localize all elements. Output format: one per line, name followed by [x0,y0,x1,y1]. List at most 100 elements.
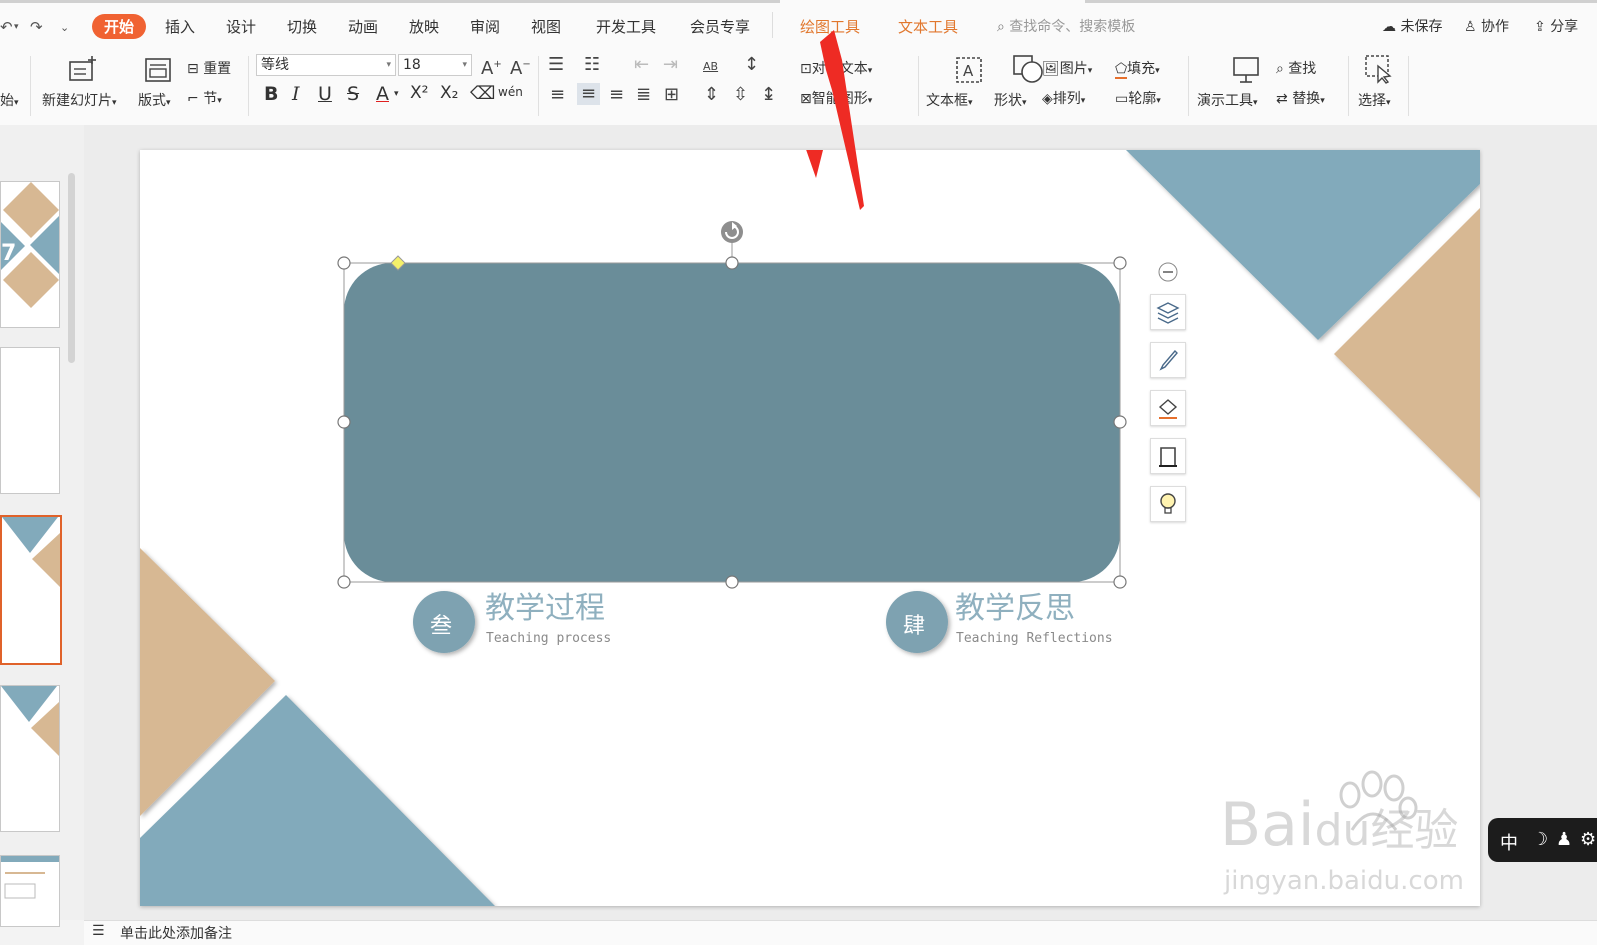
align-center-icon[interactable]: ≡ [577,83,601,105]
tab-insert[interactable]: 插入 [165,16,195,37]
strikethrough-button[interactable]: S [347,83,359,105]
font-name-select[interactable]: 等线 ▾ [256,54,396,76]
tab-start[interactable]: 开始 [92,14,147,39]
new-slide-icon[interactable] [68,56,98,84]
tab-animation[interactable]: 动画 [348,16,378,37]
thumbnail-scrollbar[interactable] [68,173,75,363]
item-number-4: 肆 [903,614,926,639]
fill-button[interactable]: ⬠填充▾ [1115,58,1160,79]
select-button[interactable]: 选择▾ [1358,90,1391,110]
collab-button[interactable]: ♙ 协作 [1464,16,1509,36]
italic-button[interactable]: I [292,83,300,105]
red-arrow-annotation-top [820,30,864,210]
unsaved-label: 未保存 [1400,19,1443,35]
undo-dropdown-icon[interactable]: ▾ [14,22,19,32]
align-right-icon[interactable]: ≡ [609,85,624,105]
unsaved-button[interactable]: ☁ 未保存 [1382,16,1442,36]
undo-icon[interactable]: ↶ [0,18,13,36]
tab-developer[interactable]: 开发工具 [596,16,656,37]
replace-button[interactable]: ⇄ 替换▾ [1276,88,1325,108]
textbox-button[interactable]: 文本框▾ [926,90,973,110]
textbox-icon[interactable]: A [955,56,983,84]
present-tools-icon[interactable] [1232,56,1262,84]
numbered-list-icon[interactable]: ☷ [584,55,600,75]
ime-toolbar[interactable]: 中 ☽ ♟ ⚙ [1488,818,1597,862]
thumbnail-graphic [1,856,59,899]
tab-review[interactable]: 审阅 [470,16,500,37]
find-button[interactable]: ⌕ 查找 [1276,58,1316,78]
outline-button-float[interactable] [1150,438,1186,474]
notes-placeholder: 单击此处添加备注 [120,926,232,942]
font-size-select[interactable]: 18 ▾ [398,54,472,76]
layers-button[interactable] [1150,294,1186,330]
outline-button[interactable]: ▭轮廓▾ [1115,88,1161,108]
tab-text-tools[interactable]: 文本工具 [898,16,958,37]
chevron-down-icon[interactable]: ▾ [394,89,399,99]
customize-qa-icon[interactable]: ⌄ [60,21,69,34]
settings-icon[interactable]: ⚙ [1580,829,1596,850]
slide-thumbnail-5[interactable] [0,855,60,927]
present-tools-button[interactable]: 演示工具▾ [1197,90,1258,110]
slide-thumbnail-3[interactable] [0,515,62,665]
smart-tip-button[interactable] [1150,486,1186,522]
title-strip [0,0,780,3]
section-button[interactable]: ⌐ 节▾ [187,88,222,108]
phonetic-button[interactable]: wén [498,85,523,99]
menu-bar: ↶ ▾ ↷ ⌄ 开始 插入 设计 切换 动画 放映 审阅 视图 开发工具 会员专… [0,0,1597,52]
user-icon[interactable]: ♟ [1556,829,1572,850]
justify-icon[interactable]: ≣ [636,85,651,105]
redo-icon[interactable]: ↷ [30,18,43,36]
tab-slideshow[interactable]: 放映 [409,16,439,37]
layout-button[interactable]: 版式▾ [138,90,171,110]
watermark-url: jingyan.baidu.com [1224,866,1464,896]
subscript-button[interactable]: X₂ [440,83,458,103]
increase-indent-icon[interactable]: ⇥ [663,55,678,75]
line-spacing-3-icon[interactable]: ↨ [761,85,776,105]
superscript-button[interactable]: X² [410,83,428,103]
new-slide-button[interactable]: 新建幻灯片▾ [42,90,117,110]
text-direction-button[interactable]: AB [703,57,718,77]
command-search[interactable]: ⌕ 查找命令、搜索模板 [997,16,1135,36]
bullet-list-icon[interactable]: ☰ [548,55,564,75]
select-icon[interactable] [1364,54,1394,84]
start-slideshow-partial[interactable]: 始▾ [0,90,19,110]
item-number-3: 叁 [430,614,453,639]
bold-button[interactable]: B [264,83,278,105]
tab-design[interactable]: 设计 [226,16,256,37]
para-spacing-icon[interactable]: ⇕ [704,85,719,105]
layout-icon[interactable] [145,58,171,82]
tab-transition[interactable]: 切换 [287,16,317,37]
font-color-button[interactable]: A [376,83,389,105]
slide-thumbnail-2[interactable] [0,347,60,494]
align-left-icon[interactable]: ≡ [550,85,565,105]
decrease-indent-icon[interactable]: ⇤ [634,55,649,75]
picture-button[interactable]: 🖼图片▾ [1042,58,1092,78]
ime-language[interactable]: 中 [1500,829,1518,855]
moon-icon[interactable]: ☽ [1532,829,1548,850]
eraser-icon[interactable]: ⌫ [470,83,495,104]
shape-icon[interactable] [1012,54,1044,84]
tab-member[interactable]: 会员专享 [690,16,750,37]
shape-button[interactable]: 形状▾ [994,90,1027,110]
increase-font-icon[interactable]: A+ [481,55,502,79]
ribbon-divider [918,56,919,116]
distribute-icon[interactable]: ⊞ [664,85,679,105]
fill-button-float[interactable] [1150,390,1186,426]
slide-thumbnail-4[interactable] [0,685,60,832]
underline-button[interactable]: U [318,83,332,105]
slide-thumbnail-1[interactable]: 7 [0,181,60,328]
notes-bar[interactable]: ☰ 单击此处添加备注 [84,920,1597,945]
decrease-font-icon[interactable]: A− [510,55,531,79]
thumbnail-graphic [2,517,60,587]
reset-button[interactable]: ⊟ 重置 [187,58,231,78]
collapse-icon[interactable] [1158,262,1178,282]
arrange-button[interactable]: ◈排列▾ [1042,88,1085,108]
line-spacing-2-icon[interactable]: ⇳ [733,85,748,105]
notes-icon: ☰ [92,923,105,939]
tab-view[interactable]: 视图 [531,16,561,37]
share-button[interactable]: ⇪ 分享 [1534,16,1578,36]
smart-shape-icon: ⊠ [800,91,812,107]
floating-shape-toolbar [1150,262,1186,532]
style-brush-button[interactable] [1150,342,1186,378]
line-spacing-icon[interactable]: ↕ [744,55,759,75]
